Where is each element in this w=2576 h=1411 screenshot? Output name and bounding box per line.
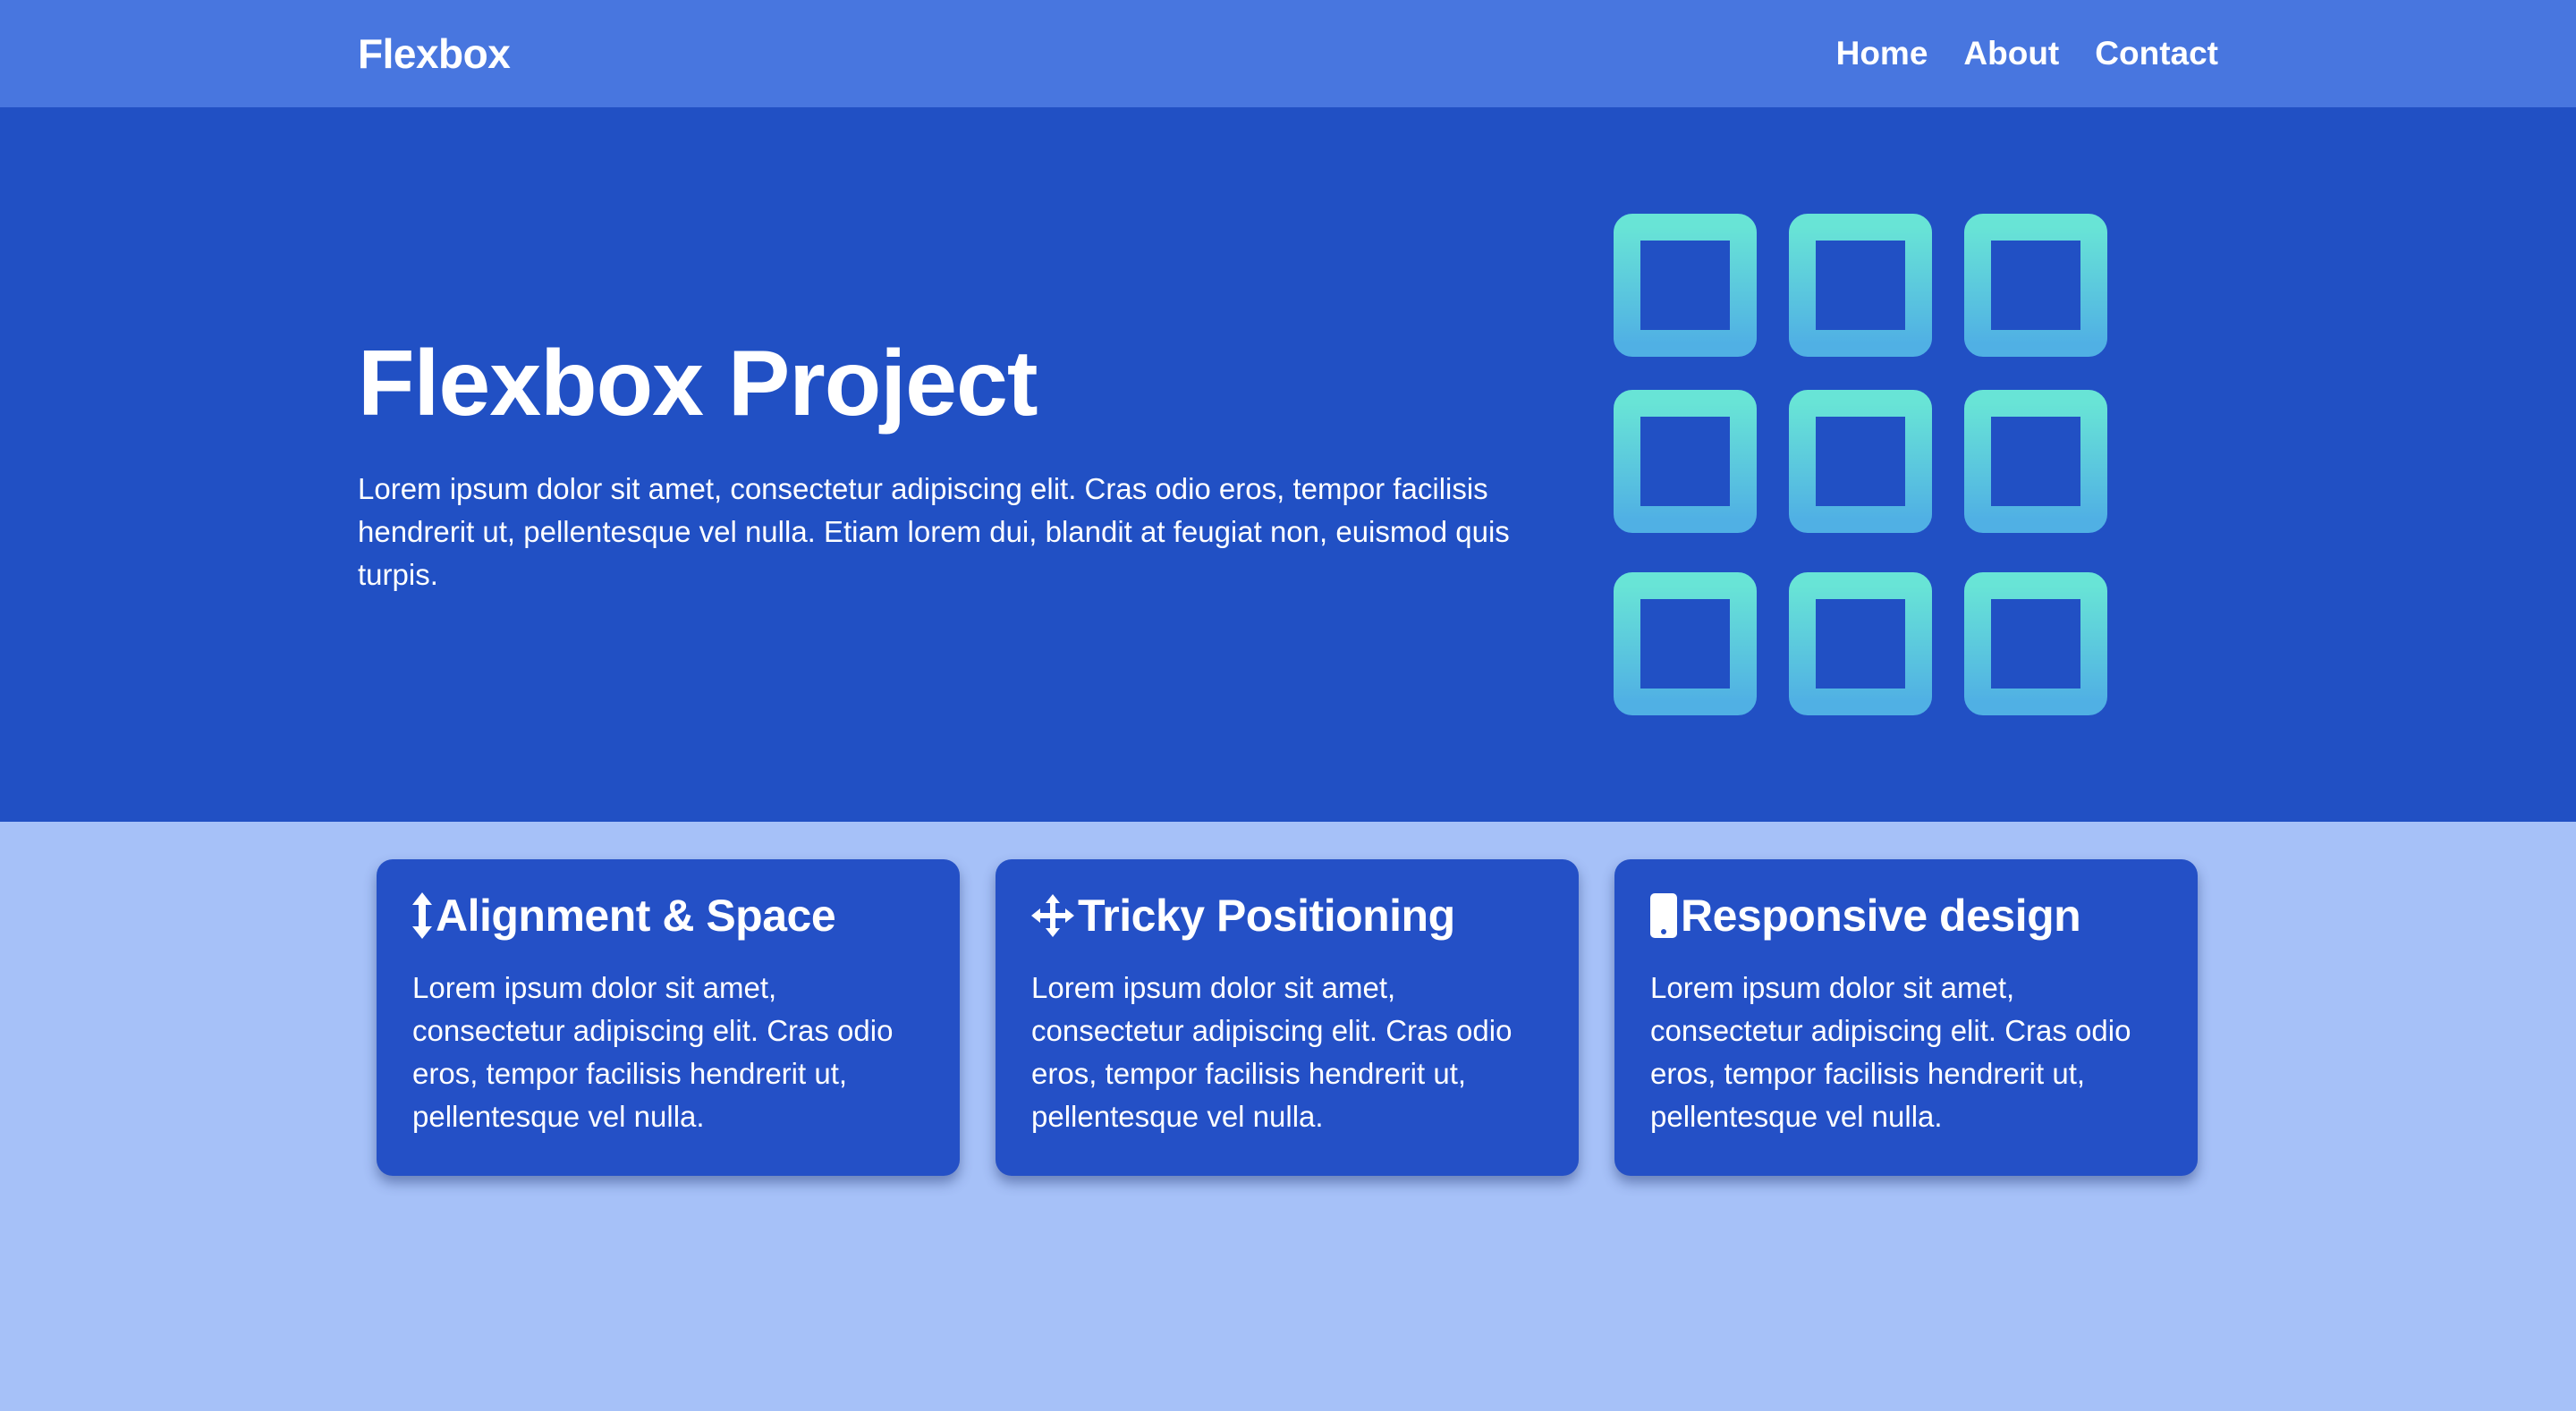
arrows-move-icon	[1031, 894, 1074, 937]
arrows-vertical-icon	[412, 892, 432, 939]
card-title-row: Responsive design	[1650, 890, 2162, 942]
card-positioning: Tricky Positioning Lorem ipsum dolor sit…	[996, 859, 1579, 1176]
card-text: Lorem ipsum dolor sit amet, consectetur …	[1031, 971, 1513, 1133]
hero-description: Lorem ipsum dolor sit amet, consectetur …	[358, 472, 1510, 591]
card-title-row: Tricky Positioning	[1031, 890, 1543, 942]
hero-section: Flexbox Project Lorem ipsum dolor sit am…	[0, 107, 2576, 822]
card-alignment: Alignment & Space Lorem ipsum dolor sit …	[377, 859, 960, 1176]
navbar: Flexbox Home About Contact	[0, 0, 2576, 107]
card-title: Responsive design	[1681, 891, 2081, 941]
feature-cards: Alignment & Space Lorem ipsum dolor sit …	[377, 859, 2198, 1176]
card-text: Lorem ipsum dolor sit amet, consectetur …	[412, 971, 894, 1133]
nav-link-contact[interactable]: Contact	[2095, 35, 2218, 72]
card-text: Lorem ipsum dolor sit amet, consectetur …	[1650, 971, 2131, 1133]
hero-text: Flexbox Project Lorem ipsum dolor sit am…	[358, 331, 1512, 596]
card-title: Alignment & Space	[436, 891, 836, 941]
hero-title: Flexbox Project	[358, 332, 1038, 435]
card-responsive: Responsive design Lorem ipsum dolor sit …	[1614, 859, 2198, 1176]
nav-links: Home About Contact	[1836, 35, 2218, 72]
brand-logo[interactable]: Flexbox	[358, 30, 511, 78]
nav-link-about[interactable]: About	[1963, 35, 2059, 72]
nav-link-home[interactable]: Home	[1836, 35, 1928, 72]
card-title: Tricky Positioning	[1078, 891, 1455, 941]
grid-3x3-icon	[1614, 214, 2107, 715]
mobile-phone-icon	[1650, 893, 1677, 938]
card-title-row: Alignment & Space	[412, 890, 924, 942]
